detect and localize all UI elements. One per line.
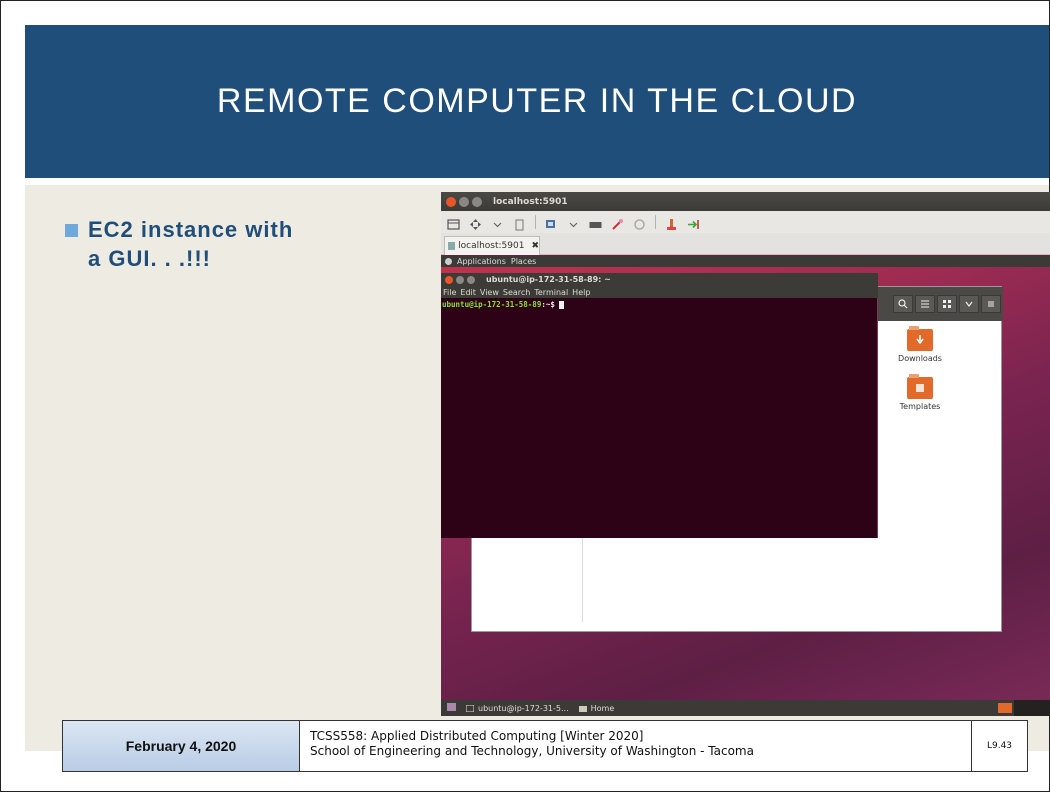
terminal-body[interactable]: ubuntu@ip-172-31-58-89:~$ <box>441 298 878 538</box>
grid-view-icon[interactable] <box>937 295 957 313</box>
terminal-window[interactable]: ubuntu@ip-172-31-58-89: ~ File Edit View… <box>441 273 878 538</box>
prompt-user: ubuntu@ip-172-31-58-89 <box>442 300 542 309</box>
chevron-down-icon[interactable] <box>567 216 580 229</box>
taskbar-home-label: Home <box>590 703 615 713</box>
footer: February 4, 2020 TCSS558: Applied Distri… <box>62 720 1028 772</box>
course-title: TCSS558: Applied Distributed Computing [… <box>310 729 644 743</box>
chevron-down-icon[interactable] <box>959 295 979 313</box>
applications-menu[interactable]: Applications <box>457 257 506 266</box>
maximize-window-icon[interactable] <box>472 196 482 207</box>
school-name: School of Engineering and Technology, Un… <box>310 744 754 758</box>
slide-title: REMOTE COMPUTER IN THE CLOUD <box>216 82 858 120</box>
tab-localhost[interactable]: localhost:5901 ✖ <box>444 236 540 255</box>
templates-folder-icon <box>907 374 933 399</box>
home-folder-icon <box>578 705 587 712</box>
maximize-window-icon[interactable] <box>467 275 475 284</box>
chevron-down-icon[interactable] <box>491 216 504 229</box>
bullet-text: EC2 instance with a GUI. . .!!! <box>88 217 294 271</box>
screen-icon <box>448 242 456 250</box>
title-bar: REMOTE COMPUTER IN THE CLOUD <box>25 25 1049 178</box>
vnc-toolbar <box>441 211 1050 233</box>
toolbar-divider <box>655 215 656 229</box>
places-menu[interactable]: Places <box>511 257 536 266</box>
gnome-top-panel: Applications Places <box>441 256 1050 267</box>
footer-course-info: TCSS558: Applied Distributed Computing [… <box>300 721 972 771</box>
vnc-titlebar: localhost:5901 <box>441 192 1050 211</box>
menu-icon[interactable] <box>981 295 1001 313</box>
menu-edit[interactable]: Edit <box>460 288 476 297</box>
toolbar-divider <box>535 215 536 229</box>
disconnect-icon[interactable] <box>687 216 700 229</box>
clipboard-icon[interactable] <box>513 216 526 230</box>
taskbar: ubuntu@ip-172-31-5... Home <box>441 700 1050 716</box>
show-desktop-icon[interactable] <box>447 703 456 713</box>
folder-label: Templates <box>899 402 941 411</box>
terminal-prompt: ubuntu@ip-172-31-58-89:~$ <box>441 298 877 311</box>
close-window-icon[interactable] <box>445 275 453 284</box>
terminal-titlebar: ubuntu@ip-172-31-58-89: ~ <box>441 273 878 286</box>
terminal-menubar: File Edit View Search Terminal Help <box>441 286 878 298</box>
slide-number: L9.43 <box>972 721 1027 771</box>
slide: REMOTE COMPUTER IN THE CLOUD EC2 instanc… <box>0 0 1050 792</box>
downloads-folder-icon <box>907 326 933 351</box>
move-icon[interactable] <box>469 216 482 230</box>
workspace-switcher-icon[interactable] <box>998 703 1012 713</box>
vnc-tabbar: localhost:5901 ✖ <box>441 233 1050 255</box>
applications-icon <box>445 258 452 265</box>
footer-date: February 4, 2020 <box>63 721 300 771</box>
vnc-viewer-window: localhost:5901 localhost:5901 ✖ Applicat… <box>441 192 1050 716</box>
keyboard-icon[interactable] <box>589 216 602 229</box>
taskbar-tray <box>1014 700 1050 716</box>
menu-view[interactable]: View <box>480 288 499 297</box>
folder-downloads[interactable]: Downloads <box>890 326 950 363</box>
menu-terminal[interactable]: Terminal <box>534 288 568 297</box>
taskbar-item-terminal[interactable]: ubuntu@ip-172-31-5... <box>465 703 569 713</box>
vnc-window-title: localhost:5901 <box>493 196 568 207</box>
bullet-marker-icon <box>65 224 78 237</box>
fullscreen-icon[interactable] <box>447 216 460 230</box>
menu-search[interactable]: Search <box>503 288 530 297</box>
key-combo-icon[interactable] <box>611 216 624 230</box>
terminal-cursor <box>558 300 564 309</box>
taskbar-terminal-label: ubuntu@ip-172-31-5... <box>478 703 569 713</box>
zoom-icon[interactable] <box>545 216 558 229</box>
bookmark-icon[interactable] <box>665 216 678 230</box>
folder-templates[interactable]: Templates <box>890 374 950 411</box>
menu-help[interactable]: Help <box>572 288 590 297</box>
refresh-icon[interactable] <box>633 216 646 230</box>
sidebar-divider <box>582 532 583 622</box>
bullet-item: EC2 instance with a GUI. . .!!! <box>65 215 298 273</box>
terminal-title: ubuntu@ip-172-31-58-89: ~ <box>486 275 611 284</box>
taskbar-item-home[interactable]: Home <box>578 703 615 713</box>
search-icon[interactable] <box>893 295 913 313</box>
prompt-path: :~$ <box>541 300 555 309</box>
tab-label: localhost:5901 <box>458 241 525 251</box>
menu-file[interactable]: File <box>443 288 456 297</box>
folder-label: Downloads <box>898 354 942 363</box>
minimize-window-icon[interactable] <box>459 196 469 207</box>
close-tab-icon[interactable]: ✖ <box>531 241 539 251</box>
minimize-window-icon[interactable] <box>456 275 464 284</box>
close-window-icon[interactable] <box>446 196 456 207</box>
list-view-icon[interactable] <box>915 295 935 313</box>
file-manager-controls <box>893 295 1001 313</box>
terminal-icon <box>465 704 475 712</box>
remote-desktop: Applications Places Downloads Templates … <box>441 256 1050 716</box>
